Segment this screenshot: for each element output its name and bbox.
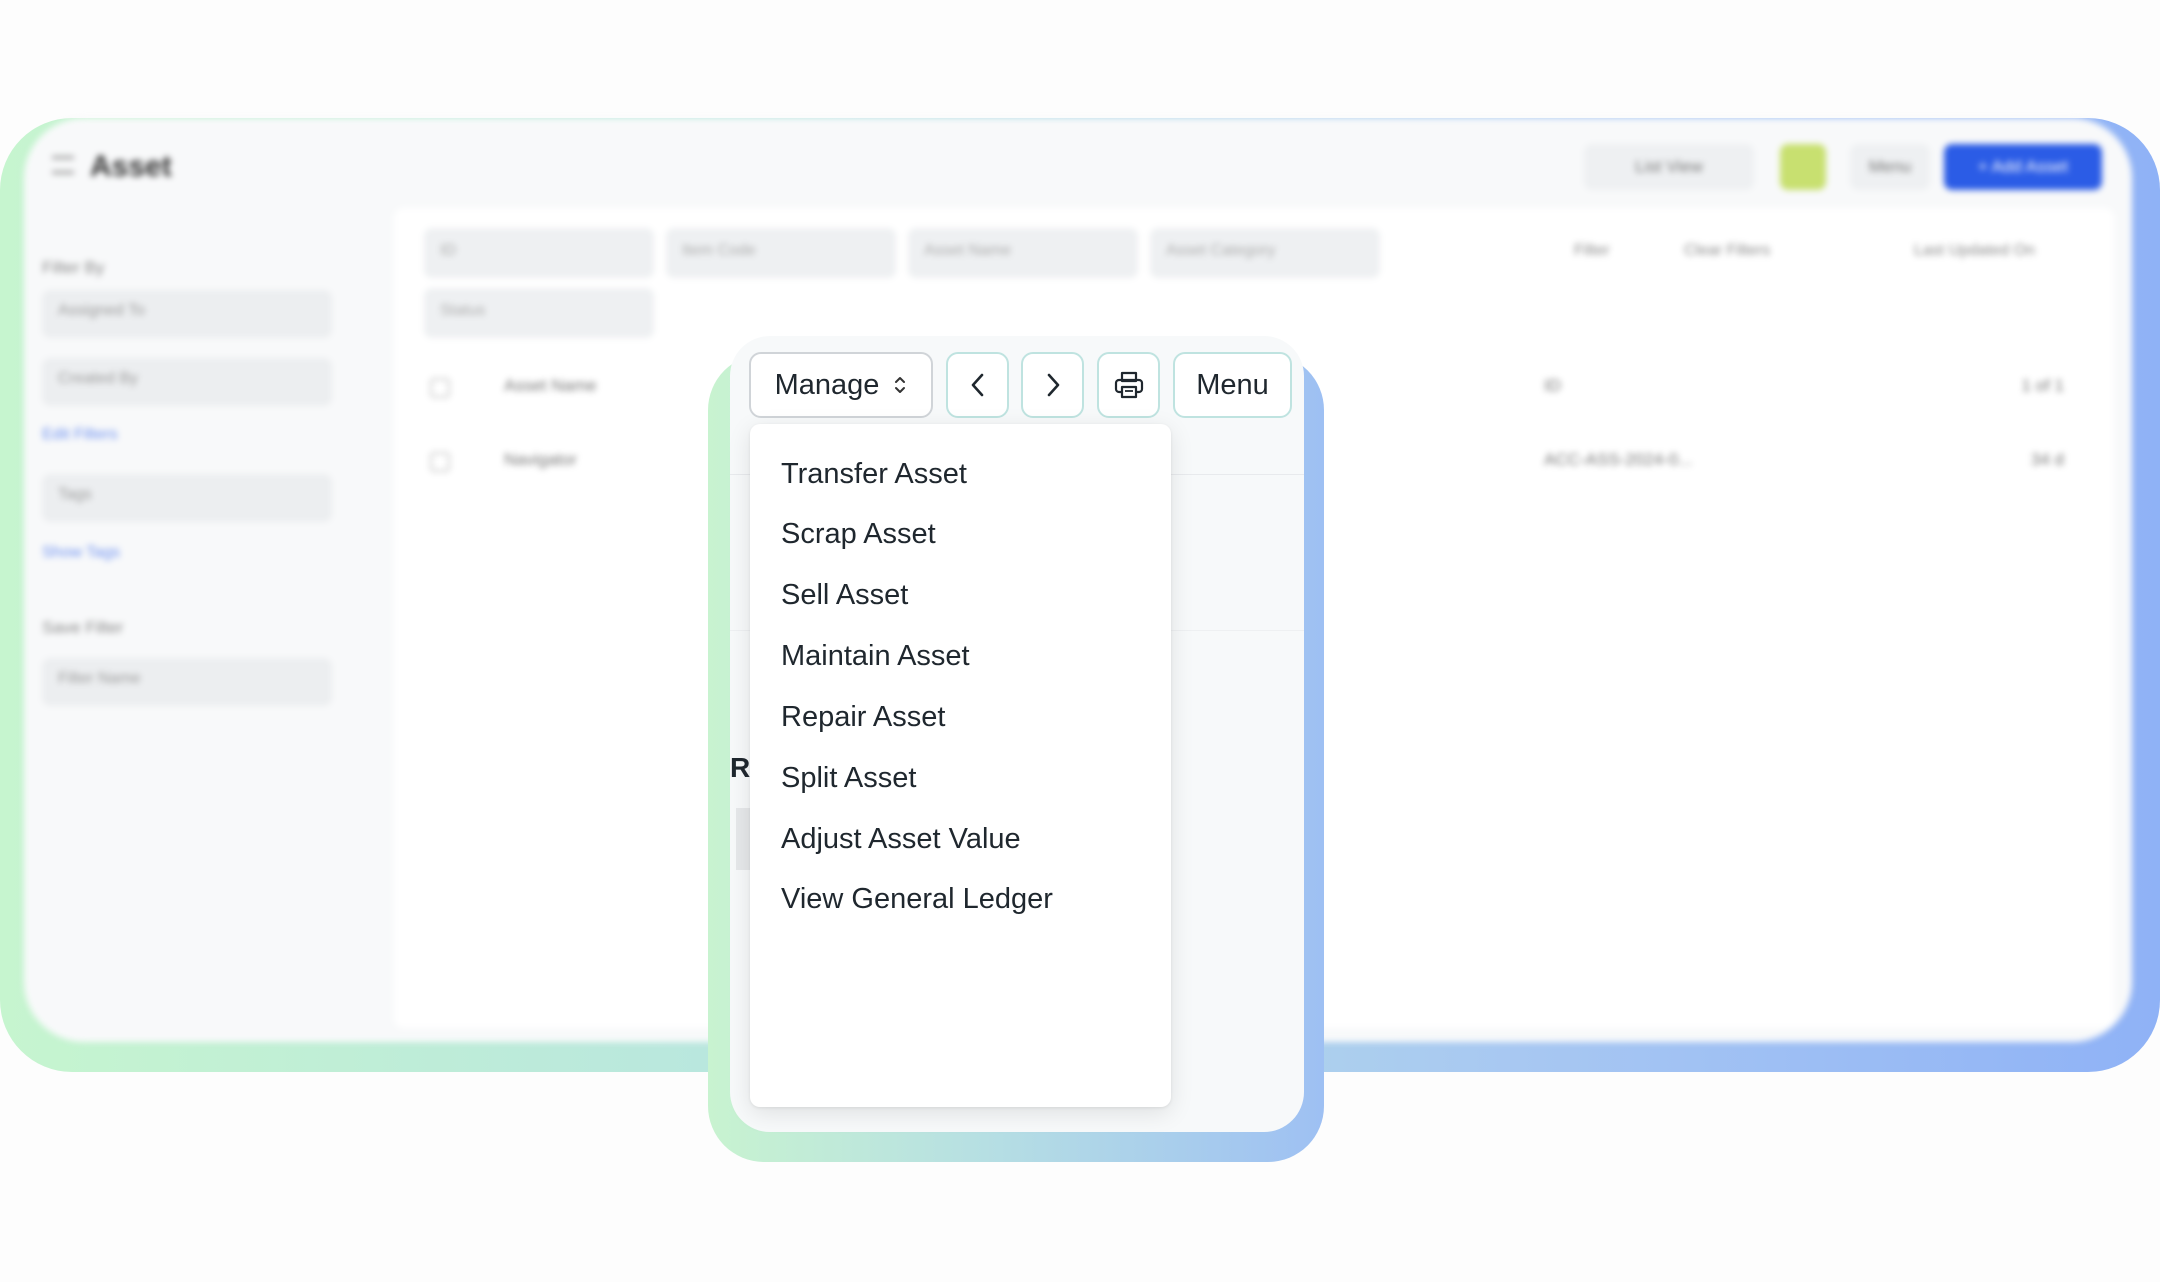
table-cell: ACC-ASS-2024-0... — [1544, 450, 1693, 469]
column-header: ID — [1544, 376, 1561, 395]
filter-button[interactable]: Filter — [1574, 242, 1610, 260]
menu-item-adjust-asset-value[interactable]: Adjust Asset Value — [781, 823, 1021, 856]
chevron-up-down-icon — [893, 373, 907, 397]
section-heading: R — [730, 752, 751, 783]
select-all-checkbox[interactable] — [430, 378, 450, 398]
menu-item-maintain-asset[interactable]: Maintain Asset — [781, 640, 970, 673]
sidebar-toggle-icon[interactable] — [52, 156, 74, 174]
table-cell: Navigator — [504, 450, 577, 469]
menu-button[interactable]: Menu — [1173, 352, 1292, 418]
menu-item-split-asset[interactable]: Split Asset — [781, 762, 916, 795]
background-menu-button[interactable]: Menu — [1850, 144, 1930, 190]
print-button[interactable] — [1097, 352, 1160, 418]
table-cell: 34 d — [2030, 450, 2064, 469]
page-title: Asset — [90, 150, 172, 183]
manage-label: Manage — [774, 368, 880, 401]
item-code-filter[interactable]: Item Code — [666, 228, 896, 278]
menu-item-repair-asset[interactable]: Repair Asset — [781, 701, 945, 734]
row-checkbox[interactable] — [430, 452, 450, 472]
manage-dropdown-button[interactable]: Manage — [749, 352, 933, 418]
tags-filter[interactable]: Tags — [42, 474, 332, 522]
edit-filters-link[interactable]: Edit Filters — [42, 426, 118, 444]
menu-item-sell-asset[interactable]: Sell Asset — [781, 579, 908, 612]
created-by-filter[interactable]: Created By — [42, 358, 332, 406]
printer-icon — [1114, 371, 1143, 399]
assigned-to-filter[interactable]: Assigned To — [42, 290, 332, 338]
filter-name-input[interactable]: Filter Name — [42, 658, 332, 706]
menu-item-scrap-asset[interactable]: Scrap Asset — [781, 518, 936, 551]
menu-item-view-general-ledger[interactable]: View General Ledger — [781, 883, 1053, 916]
asset-category-filter[interactable]: Asset Category — [1150, 228, 1380, 278]
clear-filters-button[interactable]: Clear Filters — [1684, 242, 1770, 260]
id-filter[interactable]: ID — [424, 228, 654, 278]
show-tags-link[interactable]: Show Tags — [42, 544, 120, 562]
chevron-right-icon — [1047, 373, 1059, 397]
status-filter[interactable]: Status — [424, 288, 654, 338]
manage-dropdown-menu: Transfer Asset Scrap Asset Sell Asset Ma… — [750, 424, 1171, 1107]
row-count: 1 of 1 — [2021, 376, 2064, 395]
list-view-button[interactable]: List View — [1584, 144, 1754, 190]
chevron-left-icon — [971, 373, 983, 397]
filter-by-label: Filter By — [42, 258, 105, 277]
sort-selector[interactable]: Last Updated On — [1914, 242, 2035, 260]
next-button[interactable] — [1021, 352, 1084, 418]
asset-name-filter[interactable]: Asset Name — [908, 228, 1138, 278]
sidebar: Filter By Assigned To Created By Edit Fi… — [24, 198, 384, 1042]
previous-button[interactable] — [946, 352, 1009, 418]
add-asset-button[interactable]: + Add Asset — [1944, 144, 2102, 190]
menu-item-transfer-asset[interactable]: Transfer Asset — [781, 458, 967, 491]
save-filter-label: Save Filter — [42, 618, 124, 637]
column-header: Asset Name — [504, 376, 597, 395]
avatar[interactable] — [1780, 144, 1826, 190]
